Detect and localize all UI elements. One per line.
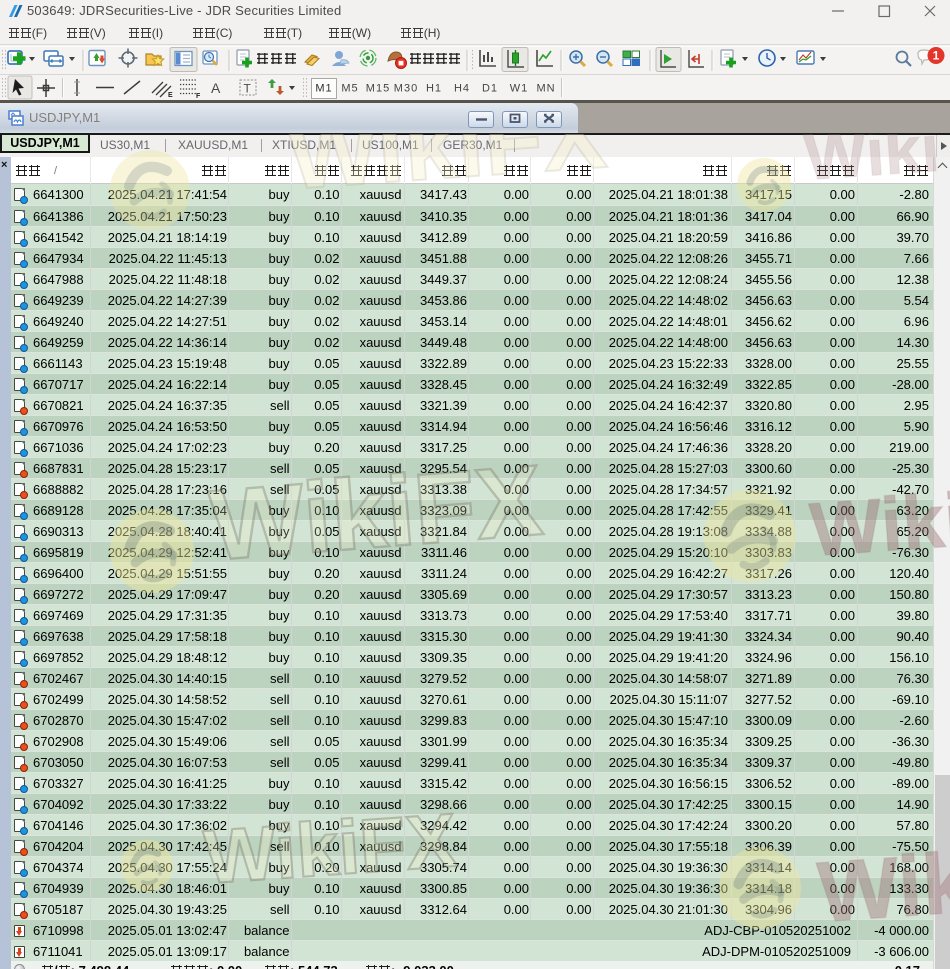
svg-text:E: E [168,92,173,99]
svg-text:H1: H1 [426,83,442,95]
svg-text:M5: M5 [341,83,358,95]
svg-text:D1: D1 [482,83,498,95]
svg-text:1: 1 [933,49,940,63]
svg-text:M15: M15 [366,83,390,95]
svg-text:MN: MN [536,83,555,95]
svg-text:T: T [244,82,252,96]
svg-text:F: F [196,93,201,100]
svg-text:H4: H4 [454,83,470,95]
svg-text:A: A [211,80,221,96]
svg-text:W1: W1 [510,83,529,95]
svg-text:M30: M30 [394,83,418,95]
svg-text:M1: M1 [315,83,332,95]
